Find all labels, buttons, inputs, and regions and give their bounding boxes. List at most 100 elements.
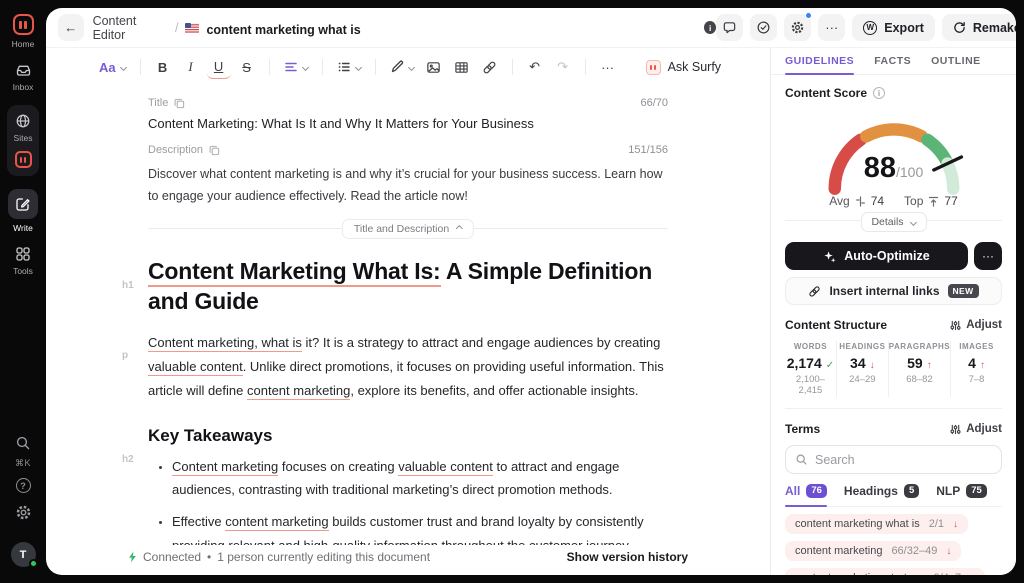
sidebar-search-button[interactable] [15, 435, 31, 451]
image-button[interactable] [422, 55, 446, 79]
content-structure-title: Content Structure [785, 318, 887, 332]
pen-icon [390, 60, 404, 74]
search-icon [15, 435, 31, 451]
term-chip[interactable]: content marketing 66/32–49 ↓ [785, 541, 961, 561]
question-icon: ? [20, 481, 26, 491]
topbar: ← Content Editor / content marketing wha… [46, 8, 1016, 48]
remake-label: Remake [973, 21, 1016, 35]
version-history-button[interactable]: Show version history [567, 550, 688, 564]
align-button[interactable] [280, 55, 312, 79]
term-chip[interactable]: content marketing what is 2/1 ↓ [785, 514, 968, 534]
table-button[interactable] [450, 55, 474, 79]
filter-count-badge: 5 [904, 484, 919, 498]
key-takeaways-list: Content marketing focuses on creating va… [148, 455, 668, 545]
tab-guidelines[interactable]: GUIDELINES [785, 48, 854, 74]
panel-tabs: GUIDELINES FACTS OUTLINE [771, 48, 1016, 75]
toolbar-more-button[interactable]: ··· [596, 55, 620, 79]
italic-button[interactable]: I [179, 55, 203, 79]
insert-internal-links-button[interactable]: Insert internal links NEW [785, 277, 1002, 305]
pen-button[interactable] [386, 55, 418, 79]
font-style-button[interactable]: Aa [95, 55, 130, 79]
list-button[interactable] [333, 55, 365, 79]
undo-button[interactable]: ↶ [523, 55, 547, 79]
back-button[interactable]: ← [58, 14, 84, 41]
terms-filter-tabs: All 76 Headings 5 NLP 75 [785, 484, 1002, 507]
title-char-counter: 66/70 [640, 97, 668, 109]
document-title[interactable]: content marketing what is [206, 23, 697, 37]
intro-paragraph[interactable]: Content marketing, what is it? It is a s… [148, 331, 668, 402]
sites-group: Sites [7, 105, 39, 176]
auto-optimize-more-button[interactable]: ··· [974, 242, 1002, 270]
sidebar-item-site[interactable] [15, 151, 32, 168]
list-item[interactable]: Content marketing focuses on creating va… [172, 455, 668, 501]
sidebar-item-sites[interactable] [15, 113, 31, 129]
sidebar-item-inbox[interactable] [15, 62, 32, 78]
insert-links-label: Insert internal links [829, 284, 939, 298]
editor-statusbar: Connected • 1 person currently editing t… [128, 545, 688, 575]
content-structure-stats: WORDS 2,174✓ 2,100–2,415 HEADINGS 34↓ 24… [785, 341, 1002, 409]
tab-facts[interactable]: FACTS [874, 48, 911, 74]
gear-icon [790, 20, 805, 35]
strikethrough-button[interactable]: S [235, 55, 259, 79]
sidebar-settings-button[interactable] [15, 504, 32, 521]
ask-surfy-button[interactable]: Ask Surfy [646, 60, 722, 75]
compose-icon [15, 196, 31, 212]
stat-words[interactable]: WORDS 2,174✓ 2,100–2,415 [785, 341, 836, 397]
list-item[interactable]: Effective content marketing builds custo… [172, 510, 668, 545]
document-canvas[interactable]: Title 66/70 Content Marketing: What Is I… [46, 86, 770, 545]
more-icon: ··· [825, 20, 838, 35]
trend-check-icon: ✓ [826, 360, 834, 371]
seo-description-input[interactable]: Discover what content marketing is and w… [148, 163, 668, 208]
underline-button[interactable]: U [207, 55, 231, 79]
stat-paragraphs[interactable]: PARAGRAPHS 59↑ 68–82 [888, 341, 950, 397]
user-avatar[interactable]: T [11, 542, 36, 567]
title-description-collapse[interactable]: Title and Description [342, 219, 474, 239]
info-icon[interactable]: i [704, 21, 716, 34]
chevron-down-icon [355, 63, 362, 70]
link-button[interactable] [478, 55, 502, 79]
filter-headings[interactable]: Headings 5 [844, 484, 919, 506]
copy-icon[interactable] [174, 98, 185, 109]
tasks-button[interactable] [750, 14, 777, 41]
app-sidebar: Home Inbox Sites Write [0, 8, 46, 575]
settings-button[interactable] [784, 14, 811, 41]
key-takeaways-heading[interactable]: Key Takeaways [148, 426, 668, 446]
filter-nlp[interactable]: NLP 75 [936, 484, 987, 506]
terms-search-input[interactable] [815, 453, 992, 467]
export-button[interactable]: W Export [852, 14, 935, 41]
sidebar-item-home[interactable] [13, 14, 34, 35]
content-score-gauge: 88/100 [808, 102, 980, 198]
breadcrumb-section[interactable]: Content Editor [93, 14, 168, 42]
help-button[interactable]: ? [16, 478, 31, 493]
filter-count-badge: 76 [806, 484, 827, 498]
remake-button[interactable]: Remake [942, 14, 1016, 41]
bold-button[interactable]: B [151, 55, 175, 79]
terms-adjust-button[interactable]: Adjust [950, 423, 1002, 435]
score-divider: Details [785, 220, 1002, 233]
comments-button[interactable] [716, 14, 743, 41]
copy-icon[interactable] [209, 145, 220, 156]
tab-outline[interactable]: OUTLINE [931, 48, 981, 74]
grid-icon [15, 246, 31, 262]
trend-up-icon: ↑ [980, 360, 985, 371]
article-h1[interactable]: Content Marketing What Is: A Simple Defi… [148, 256, 668, 317]
structure-adjust-button[interactable]: Adjust [950, 319, 1002, 331]
stat-headings[interactable]: HEADINGS 34↓ 24–29 [836, 341, 888, 397]
wordpress-icon: W [863, 21, 877, 35]
auto-optimize-button[interactable]: Auto-Optimize [785, 242, 968, 270]
topbar-more-button[interactable]: ··· [818, 14, 845, 41]
term-chip-label: content marketing strategy [795, 572, 925, 575]
info-icon[interactable]: i [873, 87, 885, 99]
sidebar-item-write[interactable] [8, 189, 38, 219]
seo-title-input[interactable]: Content Marketing: What Is It and Why It… [148, 116, 668, 131]
details-button[interactable]: Details [860, 212, 926, 232]
filter-all[interactable]: All 76 [785, 484, 827, 506]
inbox-icon [15, 62, 32, 78]
sidebar-item-tools[interactable] [15, 246, 31, 262]
status-separator: • [207, 550, 211, 564]
redo-button[interactable]: ↷ [551, 55, 575, 79]
term-chip[interactable]: content marketing strategy 9/4–7 ↓ [785, 568, 985, 575]
stat-images[interactable]: IMAGES 4↑ 7–8 [950, 341, 1002, 397]
image-icon [426, 60, 441, 75]
surfer-logo-icon [13, 14, 34, 35]
